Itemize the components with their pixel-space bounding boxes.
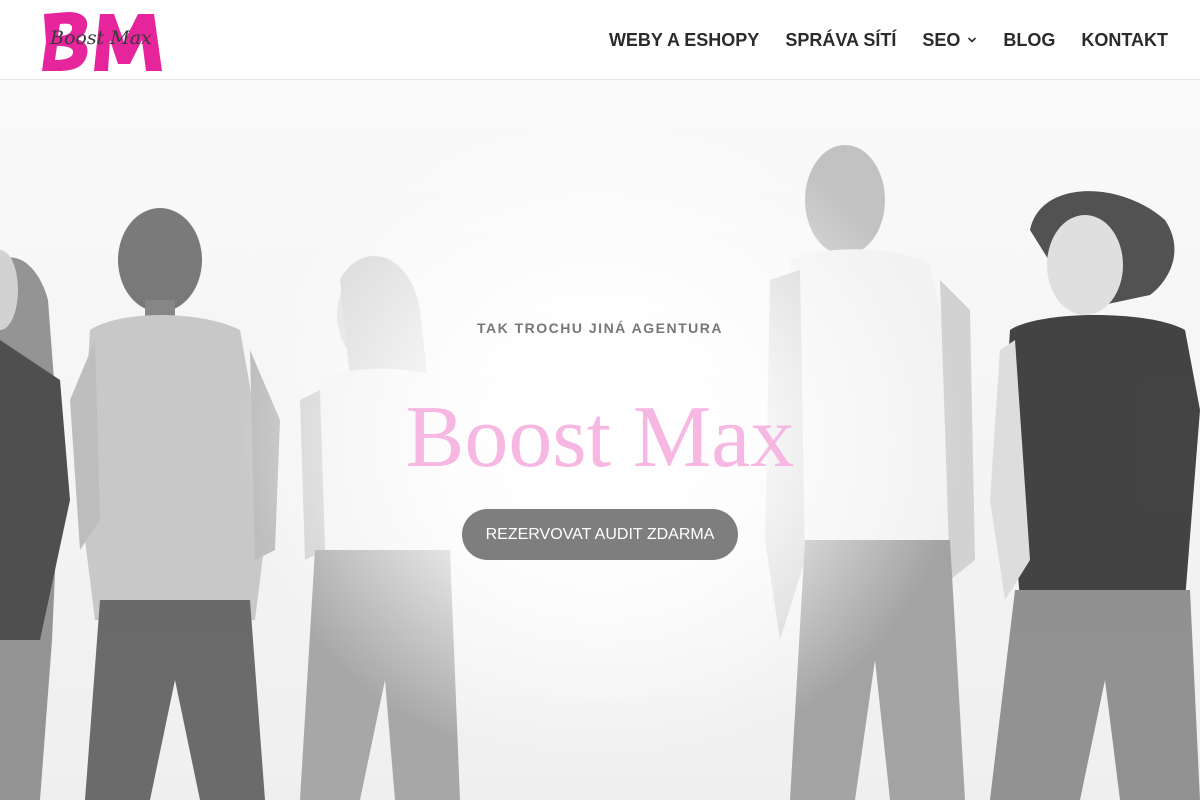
nav-item-label: KONTAKT (1081, 29, 1168, 50)
nav-item-seo[interactable]: SEO (922, 30, 977, 51)
book-free-audit-button[interactable]: REZERVOVAT AUDIT ZDARMA (462, 509, 738, 560)
hero-section: TAK TROCHU JINÁ AGENTURA Boost Max REZER… (0, 80, 1200, 800)
nav-item-kontakt[interactable]: KONTAKT (1081, 30, 1168, 51)
hero-tagline: TAK TROCHU JINÁ AGENTURA (477, 320, 723, 336)
nav-item-blog[interactable]: BLOG (1003, 30, 1055, 51)
nav-item-sprava-siti[interactable]: SPRÁVA SÍTÍ (785, 30, 896, 51)
nav-item-label: BLOG (1003, 29, 1056, 50)
main-nav: WEBY A ESHOPY SPRÁVA SÍTÍ SEO BLOG KONTA… (609, 0, 1168, 80)
site-header: Boost Max WEBY A ESHOPY SPRÁVA SÍTÍ SEO … (0, 0, 1200, 80)
logo-script-text: Boost Max (49, 27, 152, 49)
hero-title: Boost Max (405, 389, 795, 486)
nav-item-label: SPRÁVA SÍTÍ (785, 29, 897, 50)
nav-item-weby-a-eshopy[interactable]: WEBY A ESHOPY (609, 30, 759, 51)
chevron-down-icon (968, 37, 977, 43)
brand-logo[interactable]: Boost Max (38, 8, 168, 74)
nav-item-label: SEO (922, 29, 961, 50)
nav-item-label: WEBY A ESHOPY (608, 29, 760, 50)
